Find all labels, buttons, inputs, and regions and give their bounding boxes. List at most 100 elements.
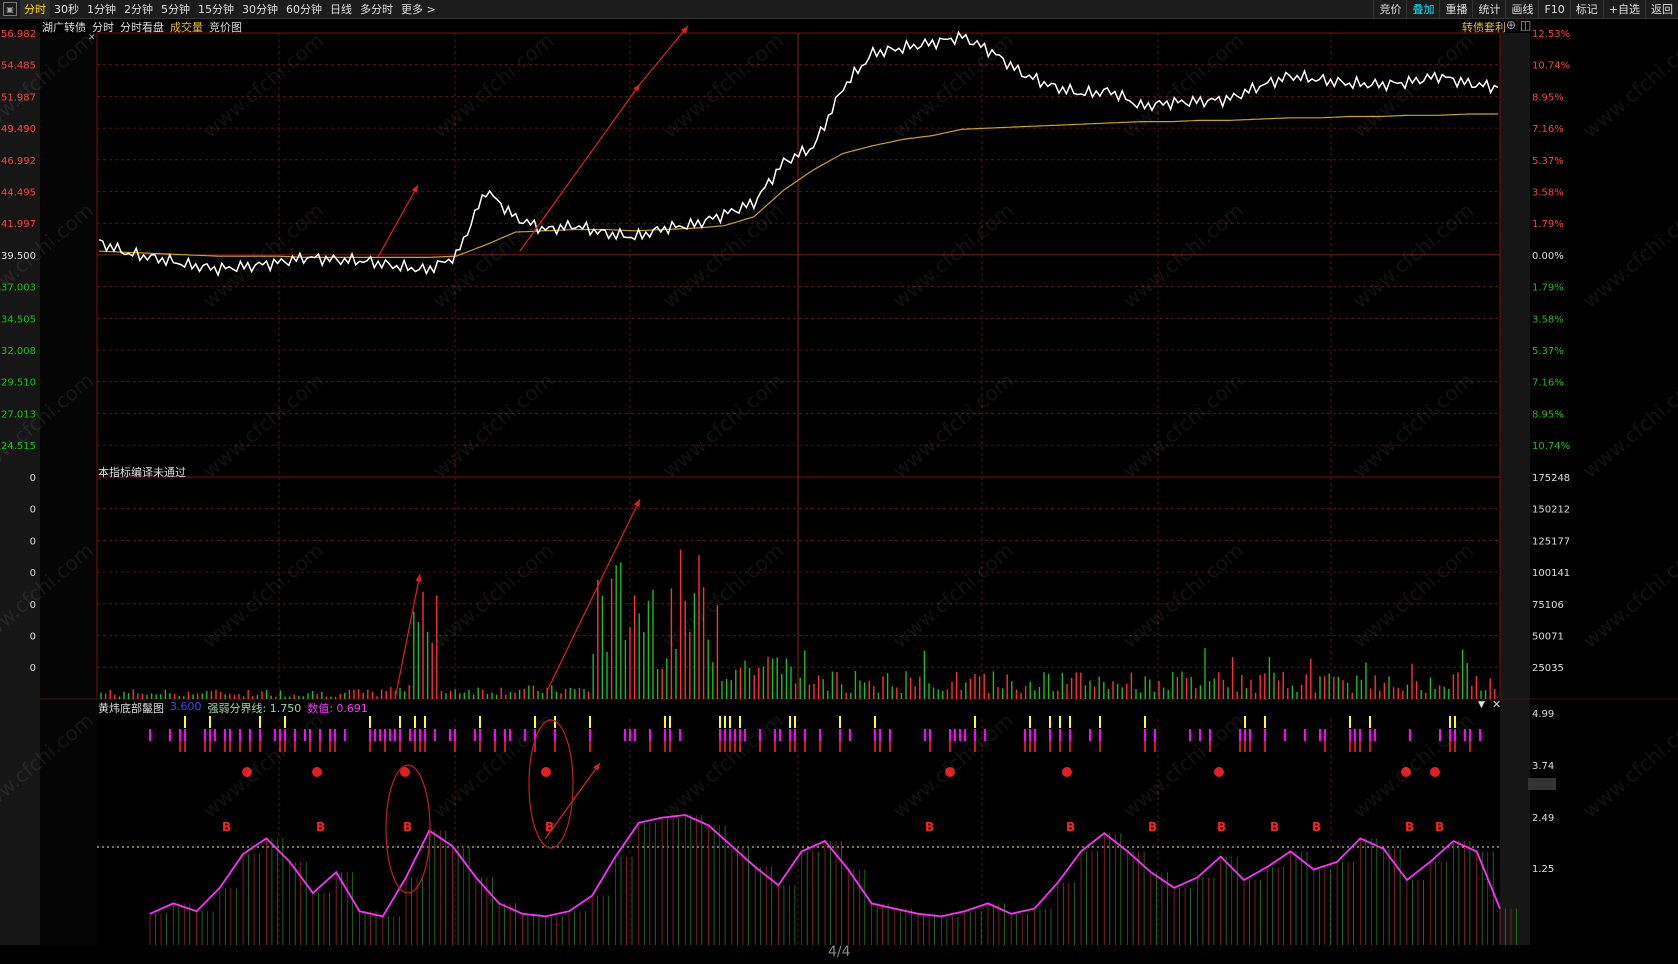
watermark-text: www.cfchi.com: [198, 368, 328, 483]
watermark-text: www.cfchi.com: [428, 198, 558, 313]
watermark-text: www.cfchi.com: [1118, 28, 1248, 143]
chart-canvas: 156.98212.53%154.48510.74%151.9878.95%14…: [0, 25, 1678, 945]
watermark-text: www.cfchi.com: [1348, 28, 1478, 143]
vol-left-label: 0: [30, 632, 36, 643]
tab-period-10[interactable]: 更多 >: [397, 0, 440, 19]
watermark-text: www.cfchi.com: [658, 368, 788, 483]
toolbar-button-3[interactable]: 统计: [1472, 0, 1505, 19]
buy-marker: B: [222, 820, 231, 834]
watermark-text: www.cfchi.com: [1578, 198, 1678, 313]
page-indicator: 4/4: [828, 944, 851, 960]
signal-dot: [400, 767, 410, 777]
indicator-header: 黄炜底部鬣图 3.600 强弱分界线: 1.750 数值: 0.691: [98, 700, 368, 716]
pct-axis-label: 3.58%: [1532, 314, 1564, 325]
toolbar-button-7[interactable]: +自选: [1602, 0, 1645, 19]
left-gutter: [0, 33, 40, 945]
tab-period-7[interactable]: 60分钟: [282, 0, 326, 19]
watermark-text: www.cfchi.com: [1578, 28, 1678, 143]
price-axis-label: 129.510: [0, 378, 36, 389]
tab-period-3[interactable]: 2分钟: [120, 0, 157, 19]
price-axis-label: 141.997: [0, 219, 36, 230]
vol-left-label: 0: [30, 505, 36, 516]
toolbar-button-5[interactable]: F10: [1538, 0, 1569, 19]
watermark-text: www.cfchi.com: [1348, 368, 1478, 483]
trend-arrow-3: [639, 25, 689, 85]
price-axis-label: 156.982: [0, 29, 36, 40]
toolbar-button-0[interactable]: 竞价: [1373, 0, 1406, 19]
watermark-text: www.cfchi.com: [658, 28, 788, 143]
signal-dot: [1430, 767, 1440, 777]
buy-marker: B: [316, 820, 325, 834]
watermark-text: www.cfchi.com: [1578, 708, 1678, 823]
chevron-down-icon[interactable]: ▼: [1478, 700, 1485, 710]
right-toolbar: 竞价 叠加 重播 统计 画线 F10 标记 +自选 返回: [1373, 0, 1678, 19]
price-axis-label: 146.992: [0, 156, 36, 167]
watermark-text: www.cfchi.com: [428, 28, 558, 143]
pct-axis-label: 5.37%: [1532, 346, 1564, 357]
pct-axis-label: 7.16%: [1532, 124, 1564, 135]
buy-marker: B: [1148, 820, 1157, 834]
price-axis-label: 134.505: [0, 314, 36, 325]
trend-arrow-1: [377, 184, 419, 258]
buy-marker: B: [925, 820, 934, 834]
buy-marker: B: [403, 820, 412, 834]
vol-arrow-1: [394, 573, 421, 700]
tab-period-6[interactable]: 30分钟: [238, 0, 282, 19]
left-axis-bg: [40, 33, 97, 945]
period-toolbar: ▣ 分时 30秒 1分钟 2分钟 5分钟 15分钟 30分钟 60分钟 日线 多分时 更多 > 竞价…: [0, 0, 1678, 19]
tab-period-2[interactable]: 1分钟: [83, 0, 120, 19]
tab-period-9[interactable]: 多分时: [356, 0, 397, 19]
watermark-text: www.cfchi.com: [1118, 198, 1248, 313]
toolbar-button-4[interactable]: 画线: [1505, 0, 1538, 19]
price-axis-label: 149.490: [0, 124, 36, 135]
buy-marker: B: [1066, 820, 1075, 834]
signal-dot: [1062, 767, 1072, 777]
vol-right-label: 75106: [1532, 600, 1564, 611]
vol-right-label: 150212: [1532, 505, 1570, 516]
menu-icon[interactable]: ▣: [3, 2, 17, 16]
tab-period-5[interactable]: 15分钟: [194, 0, 238, 19]
watermark-text: www.cfchi.com: [1348, 708, 1478, 823]
watermark-text: www.cfchi.com: [198, 28, 328, 143]
toolbar-button-2[interactable]: 重播: [1439, 0, 1472, 19]
period-tabs: 分时 30秒 1分钟 2分钟 5分钟 15分钟 30分钟 60分钟 日线 多分时 更多 >: [20, 0, 440, 19]
vol-left-label: 0: [30, 663, 36, 674]
trend-arrow-2-head: [633, 84, 640, 92]
tab-period-1[interactable]: 30秒: [50, 0, 83, 19]
signal-dot: [1214, 767, 1224, 777]
volume-notice: 本指标编译未通过: [98, 466, 186, 479]
ind-value-box: [1528, 778, 1556, 790]
tab-period-0[interactable]: 分时: [20, 0, 50, 19]
toolbar-button-1[interactable]: 叠加: [1406, 0, 1439, 19]
vol-left-label: 0: [30, 473, 36, 484]
indicator-value1: 3.600: [170, 700, 202, 713]
watermark-text: www.cfchi.com: [428, 708, 558, 823]
ind-axis-label: 4.99: [1532, 709, 1554, 720]
vol-right-label: 175248: [1532, 473, 1570, 484]
vol-left-label: 0: [30, 536, 36, 547]
toolbar-button-8[interactable]: 返回: [1645, 0, 1678, 19]
pct-axis-label: 0.00%: [1532, 251, 1564, 262]
watermark-text: www.cfchi.com: [1578, 538, 1678, 653]
vol-right-label: 100141: [1532, 568, 1570, 579]
signal-dot: [312, 767, 322, 777]
watermark-text: www.cfchi.com: [658, 708, 788, 823]
tab-period-8[interactable]: 日线: [326, 0, 356, 19]
pct-axis-label: 12.53%: [1532, 29, 1570, 40]
watermark-text: www.cfchi.com: [198, 198, 328, 313]
toolbar-button-6[interactable]: 标记: [1569, 0, 1603, 19]
watermark-text: www.cfchi.com: [198, 708, 328, 823]
vol-right-label: 25035: [1532, 663, 1564, 674]
watermark-text: www.cfchi.com: [1348, 198, 1478, 313]
watermark-text: www.cfchi.com: [1118, 538, 1248, 653]
vol-right-label: 125177: [1532, 536, 1570, 547]
pct-axis-label: 10.74%: [1532, 61, 1570, 72]
pct-axis-label: 1.79%: [1532, 219, 1564, 230]
ind-axis-label: 1.25: [1532, 864, 1554, 875]
signal-dot: [541, 767, 551, 777]
tab-period-4[interactable]: 5分钟: [157, 0, 194, 19]
watermark-text: www.cfchi.com: [428, 368, 558, 483]
close-icon-top[interactable]: ✕: [88, 33, 96, 43]
vol-arrow-2: [547, 498, 641, 690]
close-icon[interactable]: ✕: [1492, 698, 1501, 711]
